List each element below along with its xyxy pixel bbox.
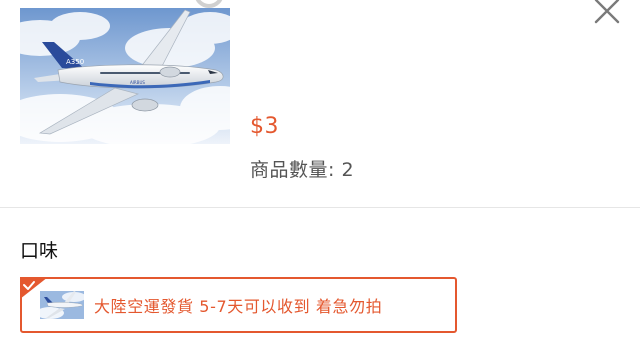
svg-text:AIRBUS: AIRBUS (130, 80, 145, 85)
section-divider (0, 207, 640, 208)
close-button[interactable] (590, 0, 624, 24)
close-icon (594, 0, 620, 24)
option-chip-selected[interactable]: 大陸空運發貨 5-7天可以收到 着急勿拍 (20, 277, 457, 333)
product-quantity: 商品數量: 2 (250, 159, 355, 181)
product-option-sheet: A350 AIRBUS $3 商品數量: 2 口味 大陸空運發貨 5-7天可以收… (0, 0, 640, 340)
selected-check-icon (20, 277, 48, 299)
option-label: 大陸空運發貨 5-7天可以收到 着急勿拍 (94, 297, 383, 316)
option-section-title: 口味 (20, 240, 59, 262)
product-price: $3 (250, 114, 279, 139)
svg-text:A350: A350 (66, 58, 84, 66)
product-image: A350 AIRBUS (20, 8, 230, 144)
airplane-photo-icon: A350 AIRBUS (20, 8, 230, 144)
badge-arc-decoration (194, 0, 224, 8)
